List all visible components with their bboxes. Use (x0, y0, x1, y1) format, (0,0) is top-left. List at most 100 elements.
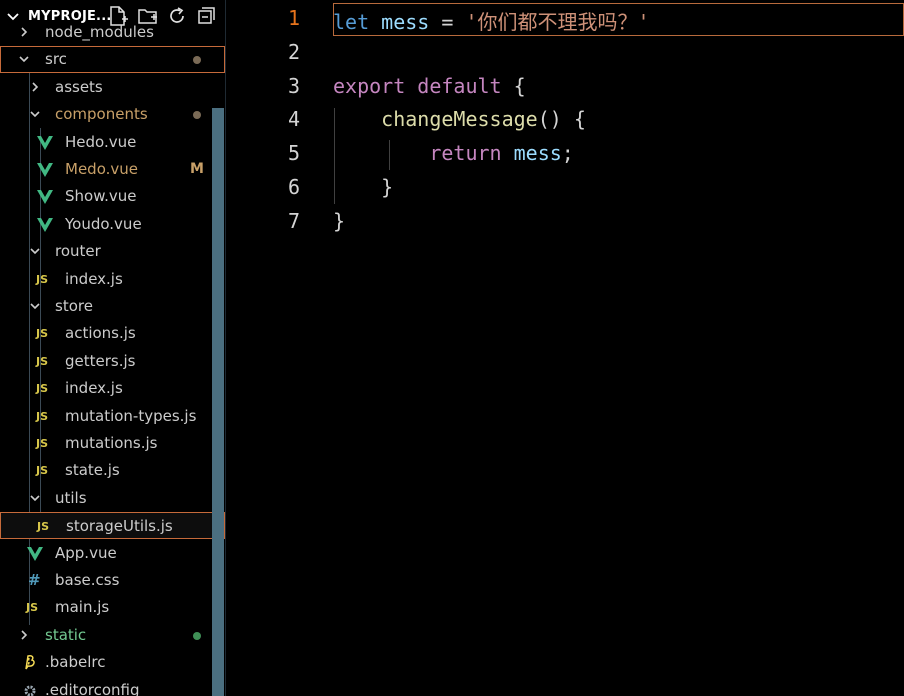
code-token: return (429, 141, 502, 166)
tree-item-label: assets (55, 77, 103, 96)
code-token: default (417, 73, 502, 98)
tree-file[interactable]: Show.vue (0, 183, 225, 210)
line-number: 1 (287, 6, 300, 30)
gear-icon (24, 685, 36, 696)
tree-folder-router[interactable]: router (0, 238, 225, 265)
line-number: 3 (287, 73, 300, 98)
tree-file[interactable]: JS state.js (0, 457, 225, 484)
tree-file[interactable]: JS mutations.js (0, 430, 225, 457)
line-number: 7 (287, 208, 300, 233)
tree-item-label: router (55, 242, 101, 261)
tree-item-label: mutations.js (65, 434, 158, 452)
vue-file-icon (37, 135, 53, 150)
tree-file[interactable]: Hedo.vue (0, 129, 225, 156)
code-token: } (333, 208, 346, 233)
tree-item-label: Show.vue (65, 187, 137, 206)
tree-folder-static[interactable]: static (0, 622, 225, 649)
js-file-icon: JS (36, 437, 49, 450)
chevron-down-icon[interactable] (29, 108, 41, 120)
tree-folder-components[interactable]: components (0, 101, 225, 128)
code-token: } (333, 175, 394, 199)
code-token: export (333, 73, 406, 98)
code-token: let (333, 10, 370, 34)
tree-item-label: index.js (65, 269, 123, 288)
tree-item-label: Medo.vue (65, 160, 138, 178)
chevron-down-icon[interactable] (29, 245, 41, 257)
code-token: mess (513, 141, 562, 166)
line-number: 5 (287, 141, 300, 166)
tree-item-label: .babelrc (45, 653, 106, 672)
tree-item-label: Hedo.vue (65, 132, 137, 151)
tree-item-label: Youdo.vue (65, 214, 142, 233)
tree-folder-src[interactable]: src (0, 46, 225, 74)
tree-item-label: .editorconfig (45, 680, 140, 696)
code-token: () { (537, 107, 586, 132)
tree-item-label: static (45, 625, 87, 644)
tree-file[interactable]: Medo.vue M (0, 156, 225, 183)
code-token: = (429, 10, 466, 34)
chevron-right-icon[interactable] (18, 629, 30, 641)
chevron-right-icon[interactable] (29, 81, 41, 93)
tree-item-label: utils (55, 488, 87, 507)
tree-file[interactable]: App.vue (0, 540, 225, 567)
vue-file-icon (27, 546, 43, 561)
git-modified-badge: M (190, 161, 204, 177)
tree-file[interactable]: JS storageUtils.js (0, 512, 225, 540)
tree-item-label: node_modules (45, 23, 154, 41)
chevron-down-icon[interactable] (29, 492, 41, 504)
tree-item-label: actions.js (65, 324, 136, 343)
tree-item-label: storageUtils.js (66, 517, 173, 536)
js-file-icon: JS (36, 354, 49, 368)
code-token: { (501, 73, 526, 98)
tree-file[interactable]: .babelrc (0, 649, 225, 676)
tree-file[interactable]: # base.css (0, 567, 225, 594)
js-file-icon: JS (36, 409, 49, 423)
js-file-icon: JS (36, 382, 49, 396)
code-line[interactable]: export default { (333, 74, 526, 98)
indent-guide (389, 140, 390, 170)
tree-file[interactable]: JS actions.js (0, 320, 225, 347)
code-line[interactable]: } (333, 175, 393, 199)
tree-item-label: App.vue (55, 543, 117, 562)
tree-item-label: mutation-types.js (65, 406, 197, 425)
tree-folder-assets[interactable]: assets (0, 74, 225, 101)
code-line[interactable]: return mess; (333, 141, 574, 165)
git-status-dot (193, 111, 201, 120)
line-number: 2 (287, 39, 300, 64)
tree-file[interactable]: .editorconfig (0, 677, 225, 696)
tree-item-label: index.js (65, 379, 123, 398)
chevron-down-icon[interactable] (18, 53, 30, 65)
tree-file[interactable]: JS main.js (0, 594, 225, 621)
tree-file[interactable]: Youdo.vue (0, 211, 225, 238)
tree-folder-utils[interactable]: utils (0, 485, 225, 512)
js-file-icon: JS (36, 272, 49, 286)
chevron-right-icon[interactable] (18, 26, 30, 38)
git-status-dot (193, 631, 201, 640)
code-line[interactable]: changeMessage() { (333, 107, 586, 131)
explorer-panel: MYPROJE... node_modules src assets componen… (0, 0, 226, 696)
js-file-icon: JS (36, 464, 49, 478)
vue-file-icon (37, 217, 53, 232)
code-line[interactable]: } (333, 209, 345, 233)
tree-folder-node-modules[interactable]: node_modules (0, 19, 225, 46)
code-token: mess (381, 10, 430, 34)
tree-file[interactable]: JS index.js (0, 266, 225, 293)
tree-item-label: getters.js (65, 351, 136, 370)
chevron-down-icon[interactable] (29, 300, 41, 312)
code-token: ; (561, 141, 574, 166)
scrollbar[interactable] (212, 108, 224, 696)
code-editor[interactable]: 1 2 3 4 5 6 7 let mess = '你们都不理我吗？' export defa… (226, 0, 904, 696)
tree-folder-store[interactable]: store (0, 293, 225, 320)
tree-file[interactable]: JS mutation-types.js (0, 403, 225, 430)
tree-file[interactable]: JS getters.js (0, 348, 225, 375)
tree-file[interactable]: JS index.js (0, 375, 225, 402)
vue-file-icon (37, 190, 53, 205)
code-line[interactable]: let mess = '你们都不理我吗？' (333, 6, 650, 35)
tree-item-label: store (55, 297, 93, 315)
code-token: '你们都不理我吗？' (465, 10, 650, 34)
